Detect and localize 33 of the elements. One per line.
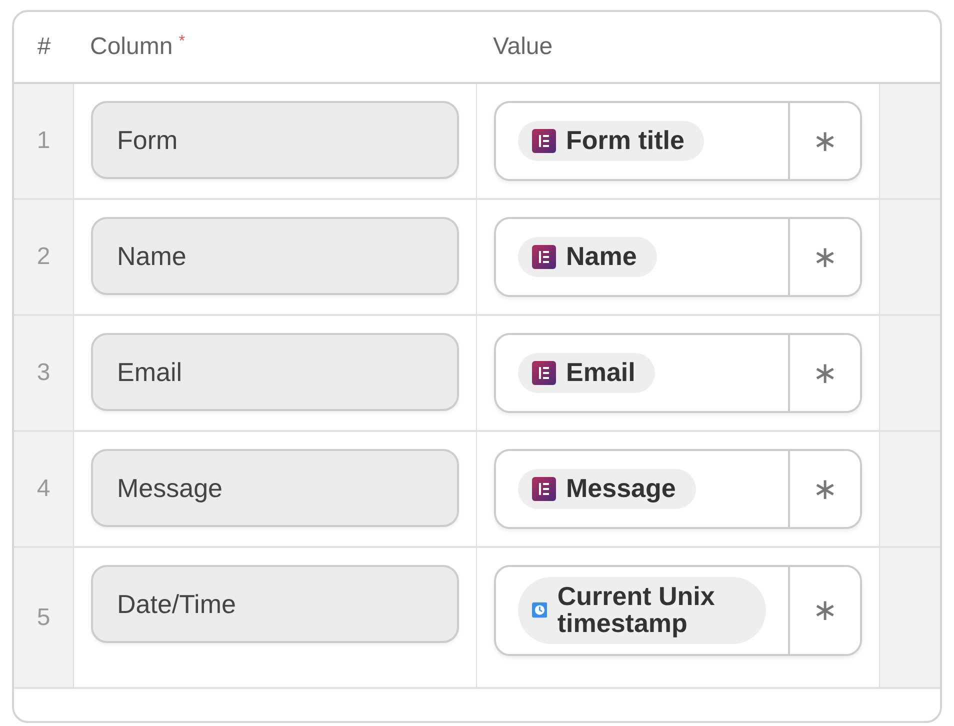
value-field[interactable]: Current Unix timestamp ∗ [494,565,862,656]
asterisk-button[interactable]: ∗ [790,103,860,179]
form-icon [532,244,556,269]
value-field[interactable]: Name ∗ [494,217,862,297]
value-tag[interactable]: Current Unix timestamp [518,577,766,644]
value-tag[interactable]: Message [518,469,696,509]
column-header: Value [493,32,553,62]
row-number: 5 [14,548,74,689]
column-name-field[interactable]: Date/Time [91,565,459,643]
column-name-field[interactable]: Form [91,101,459,179]
value-tag[interactable]: Form title [518,121,704,161]
form-icon [532,128,556,153]
value-field[interactable]: Form title ∗ [494,101,862,181]
asterisk-button[interactable]: ∗ [790,567,860,654]
asterisk-button[interactable]: ∗ [790,219,860,295]
form-icon [532,476,556,501]
asterisk-button[interactable]: ∗ [790,451,860,527]
value-field[interactable]: Email ∗ [494,333,862,413]
column-header: # [37,32,51,62]
column-name-field[interactable]: Name [91,217,459,295]
row-number: 2 [14,200,74,316]
value-field[interactable]: Message ∗ [494,449,862,529]
row-number: 1 [14,84,74,200]
form-icon [532,360,556,385]
required-mark: * [178,32,185,52]
value-tag[interactable]: Name [518,237,657,277]
row-number: 4 [14,432,74,548]
column-name-field[interactable]: Email [91,333,459,411]
row-number: 3 [14,316,74,432]
value-tag[interactable]: Email [518,353,656,393]
asterisk-button[interactable]: ∗ [790,335,860,411]
column-header: Column [90,32,173,62]
column-name-field[interactable]: Message [91,449,459,527]
